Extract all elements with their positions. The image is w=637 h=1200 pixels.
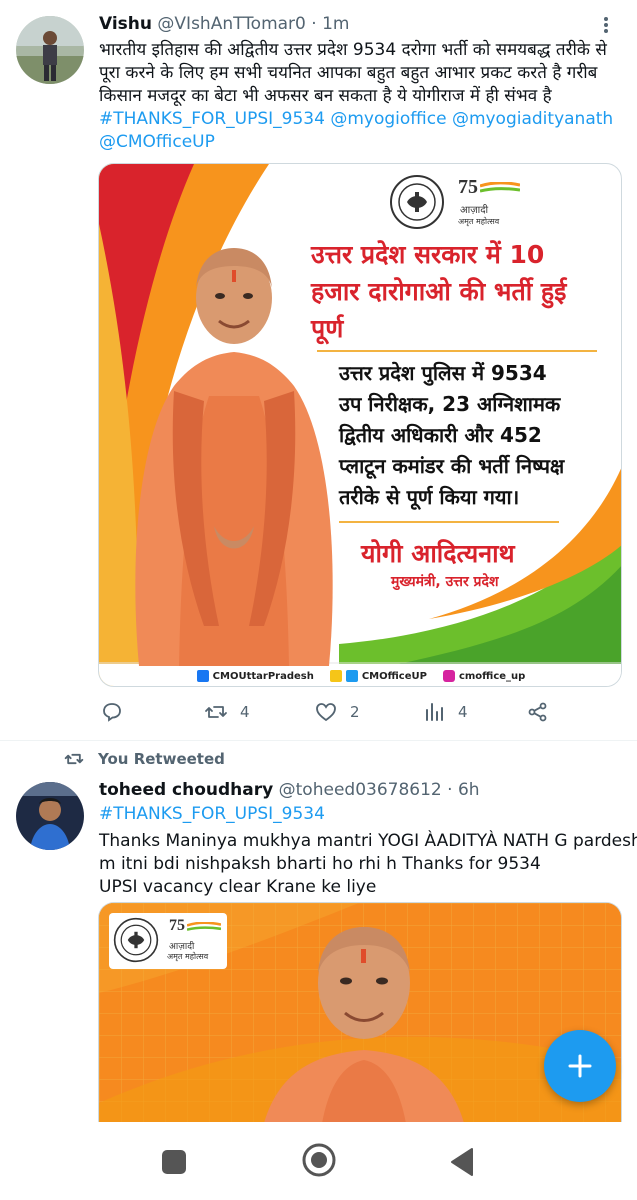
poster-body-line: उत्तर प्रदेश पुलिस में 9534 <box>339 361 547 385</box>
more-options-icon[interactable] <box>597 14 615 39</box>
poster-headline: उत्तर प्रदेश सरकार में 10 हजार दारोगाओ क… <box>311 236 611 347</box>
twitter-icon <box>345 670 358 682</box>
retweet-icon <box>205 706 227 718</box>
azadi-line2: अमृत महोत्सव <box>167 952 209 961</box>
recents-button[interactable] <box>160 1148 188 1180</box>
azadi-amrit-mahotsav-logo: 75 आज़ादी अमृत महोत्सव <box>165 917 225 967</box>
signature-title: मुख्यमंत्री, उत्तर प्रदेश <box>391 574 499 590</box>
tweet-image[interactable]: 75 आज़ादी अमृत महोत्सव <box>98 902 622 1142</box>
tweet-actions: 4 2 4 <box>100 700 560 728</box>
retweet-banner-label: You Retweeted <box>98 750 225 768</box>
tweet-header: Vishu @VIshAnTTomar0 · 1m <box>99 12 349 36</box>
retweet-icon <box>64 753 84 765</box>
poster-body-line: प्लाटून कमांडर की भर्ती निष्पक्ष <box>339 454 565 478</box>
azadi-line2: अमृत महोत्सव <box>458 217 500 226</box>
up-government-seal <box>389 174 445 230</box>
tweet-text-line: पूरा करने के लिए हम सभी चयनित आपका बहुत … <box>99 63 598 83</box>
timestamp[interactable]: 1m <box>322 14 349 34</box>
facebook-icon <box>196 670 209 682</box>
compose-tweet-button[interactable] <box>544 1030 616 1102</box>
koo-icon <box>329 670 342 682</box>
footer-handle: CMOUttarPradesh <box>212 670 314 682</box>
system-navigation-bar <box>0 1122 637 1200</box>
azadi-number: 75 <box>458 176 478 198</box>
home-button[interactable] <box>301 1142 337 1182</box>
tweet-text-line: Thanks Maninya mukhya mantri YOGI ÀADITY… <box>99 831 637 851</box>
reply-button[interactable] <box>100 700 136 724</box>
tweet-vishu[interactable]: Vishu @VIshAnTTomar0 · 1m भारतीय इतिहास … <box>0 0 637 740</box>
author-name[interactable]: toheed choudhary <box>99 780 273 800</box>
retweet-count: 4 <box>240 703 250 721</box>
poster-body-line: तरीके से पूर्ण किया गया। <box>339 485 520 509</box>
separator: · <box>311 14 317 34</box>
avatar[interactable] <box>16 16 84 84</box>
poster-body: उत्तर प्रदेश पुलिस में 9534 उप निरीक्षक,… <box>339 358 609 513</box>
author-handle[interactable]: @toheed03678612 <box>279 780 442 800</box>
separator: · <box>447 780 453 800</box>
avatar[interactable] <box>16 782 84 850</box>
headline-divider <box>317 350 597 352</box>
tweet-toheed[interactable]: toheed choudhary @toheed03678612 · 6h #T… <box>0 770 637 1142</box>
headline-line: उत्तर प्रदेश सरकार में 10 <box>311 240 545 269</box>
footer-handle: CMOfficeUP <box>361 670 427 682</box>
author-handle[interactable]: @VIshAnTTomar0 <box>157 14 305 34</box>
author-name[interactable]: Vishu <box>99 14 152 34</box>
views-count: 4 <box>458 703 468 721</box>
azadi-number: 75 <box>169 917 185 934</box>
tweet-image[interactable]: 75 आज़ादी अमृत महोत्सव उत्तर प्रदेश सरका… <box>98 163 622 687</box>
hashtag-link[interactable]: #THANKS_FOR_UPSI_9534 <box>99 109 325 129</box>
views-button[interactable]: 4 <box>422 700 468 724</box>
like-button[interactable]: 2 <box>314 700 360 724</box>
timestamp[interactable]: 6h <box>458 780 480 800</box>
poster-body-line: उप निरीक्षक, 23 अग्निशामक <box>339 392 561 416</box>
hashtag-link[interactable]: #THANKS_FOR_UPSI_9534 <box>99 804 325 824</box>
chief-minister-photo <box>259 927 469 1142</box>
headline-line: हजार दारोगाओ की भर्ती हुई <box>311 277 567 306</box>
up-government-seal <box>113 917 159 963</box>
poster-body-line: द्वितीय अधिकारी और 452 <box>339 423 542 447</box>
plus-icon <box>568 1054 592 1078</box>
headline-line: पूर्ण <box>311 314 344 343</box>
instagram-icon <box>442 670 455 682</box>
tweet-text: #THANKS_FOR_UPSI_9534 Thanks Maninya muk… <box>99 803 637 899</box>
tweet-header: toheed choudhary @toheed03678612 · 6h <box>99 778 480 802</box>
retweet-button[interactable]: 4 <box>204 700 250 724</box>
share-button[interactable] <box>526 700 550 724</box>
share-icon <box>528 702 547 722</box>
home-circle-icon <box>302 1143 336 1177</box>
signature-name: योगी आदित्यनाथ <box>361 539 515 568</box>
tweet-divider <box>0 740 637 741</box>
tweet-text-line: UPSI vacancy clear Krane ke liye <box>99 877 377 897</box>
tweet-text: भारतीय इतिहास की अद्वितीय उत्तर प्रदेश 9… <box>99 39 619 154</box>
analytics-icon <box>426 703 443 721</box>
mention-link[interactable]: @CMOfficeUP <box>99 132 215 152</box>
square-icon <box>162 1150 186 1174</box>
mention-link[interactable]: @myogioffice <box>330 109 446 129</box>
azadi-amrit-mahotsav-logo: 75 आज़ादी अमृत महोत्सव <box>454 174 520 232</box>
azadi-line1: आज़ादी <box>460 205 489 216</box>
reply-icon <box>103 703 121 722</box>
body-divider <box>339 521 559 523</box>
like-count: 2 <box>350 703 360 721</box>
mention-link[interactable]: @myogiadityanath <box>452 109 613 129</box>
poster-footer: CMOUttarPradesh CMOfficeUP cmoffice_up <box>99 664 621 686</box>
back-button[interactable] <box>448 1146 476 1182</box>
footer-handle: cmoffice_up <box>458 670 526 682</box>
tweet-text-line: भारतीय इतिहास की अद्वितीय उत्तर प्रदेश 9… <box>99 40 607 60</box>
tweet-text-line: m itni bdi nishpaksh bharti ho rhi h Tha… <box>99 854 541 874</box>
retweet-banner: You Retweeted <box>64 749 225 769</box>
tweet-text-line: किसान मजदूर का बेटा भी अफसर बन सकता है य… <box>99 86 552 106</box>
back-triangle-icon <box>451 1148 473 1176</box>
heart-icon <box>316 703 336 722</box>
